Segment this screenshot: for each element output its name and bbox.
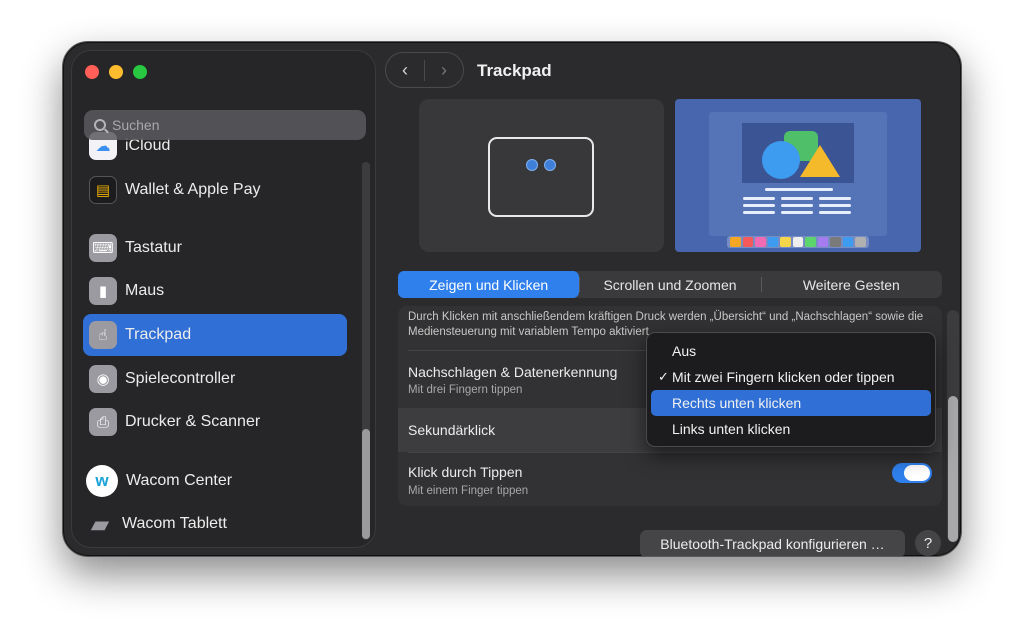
sidebar-item-wacom-tablet[interactable]: ▰ Wacom Tablett: [83, 503, 347, 545]
sidebar-item-label: Maus: [125, 282, 165, 299]
tap-to-click-toggle[interactable]: [892, 463, 932, 483]
menu-item-off[interactable]: Aus: [651, 338, 931, 364]
checkmark-icon: ✓: [658, 369, 669, 384]
gamecontroller-icon: ◉: [89, 365, 117, 393]
preview-text-line: [743, 211, 775, 214]
forward-button[interactable]: ›: [424, 59, 463, 81]
gesture-preview: [419, 99, 664, 252]
sidebar-item-gamecontroller[interactable]: ◉ Spielecontroller: [83, 358, 347, 400]
sidebar-item-trackpad[interactable]: ☝ Trackpad: [83, 314, 347, 356]
menu-item-label: Aus: [672, 343, 697, 359]
preview-shape-triangle: [800, 145, 840, 177]
back-button[interactable]: ‹: [386, 60, 424, 81]
secondary-click-title: Sekundärklick: [408, 422, 496, 438]
preview-shape-circle: [762, 141, 800, 179]
sidebar-item-mouse[interactable]: ▮ Maus: [83, 270, 347, 312]
preview-text-line: [819, 211, 851, 214]
menu-item-bottom-right[interactable]: Rechts unten klicken: [651, 390, 931, 416]
tab-bar: Zeigen und Klicken Scrollen und Zoomen W…: [398, 271, 942, 298]
navigation-buttons: ‹ ›: [385, 52, 464, 88]
tab-point-and-click[interactable]: Zeigen und Klicken: [398, 271, 580, 298]
menu-item-label: Links unten klicken: [672, 421, 791, 437]
settings-window: Suchen ☁ iCloud ▤ Wallet & Apple Pay ⌨ T…: [62, 41, 962, 557]
preview-text-line: [819, 204, 851, 207]
sidebar: Suchen ☁ iCloud ▤ Wallet & Apple Pay ⌨ T…: [71, 50, 376, 548]
wacom-icon: w: [86, 465, 118, 497]
divider: [408, 452, 932, 453]
menu-item-label: Mit zwei Fingern klicken oder tippen: [672, 369, 895, 385]
help-button[interactable]: ?: [915, 530, 941, 556]
mouse-icon: ▮: [89, 277, 117, 305]
sidebar-item-label: Spielecontroller: [125, 370, 236, 387]
tablet-icon: ▰: [90, 510, 110, 538]
sidebar-item-label: Wacom Tablett: [122, 515, 227, 532]
sidebar-item-label: Trackpad: [125, 326, 192, 343]
minimize-window-button[interactable]: [109, 65, 123, 79]
menu-item-bottom-left[interactable]: Links unten klicken: [651, 416, 931, 442]
bluetooth-trackpad-button[interactable]: Bluetooth-Trackpad konfigurieren …: [640, 530, 905, 556]
keyboard-icon: ⌨: [89, 234, 117, 262]
preview-text-line: [743, 197, 775, 200]
sidebar-item-label: Wallet & Apple Pay: [125, 181, 261, 198]
lookup-setting-subtitle: Mit drei Fingern tippen: [408, 384, 523, 396]
preview-dock: [727, 236, 869, 248]
preview-text-line: [781, 197, 813, 200]
printer-icon: ⎙: [89, 408, 117, 436]
sidebar-item-label: Drucker & Scanner: [125, 413, 261, 430]
tap-to-click-subtitle: Mit einem Finger tippen: [408, 485, 529, 497]
preview-text-line: [781, 204, 813, 207]
sidebar-item-label: Wacom Center: [126, 472, 233, 489]
sidebar-item-wacom-center[interactable]: w Wacom Center: [83, 460, 347, 502]
close-window-button[interactable]: [85, 65, 99, 79]
window-controls: [85, 65, 147, 79]
wallet-icon: ▤: [89, 176, 117, 204]
page-title: Trackpad: [477, 61, 552, 80]
preview-text-line: [781, 211, 813, 214]
main-scrollbar-thumb[interactable]: [948, 396, 958, 542]
tab-more-gestures[interactable]: Weitere Gesten: [760, 271, 942, 298]
sidebar-scrollbar-thumb[interactable]: [362, 429, 370, 539]
finger-dot: [526, 159, 538, 171]
tap-to-click-title: Klick durch Tippen: [408, 464, 523, 480]
preview-text-line: [765, 188, 833, 191]
finger-dot: [544, 159, 556, 171]
screen-preview: [675, 99, 921, 252]
menu-item-two-fingers[interactable]: ✓ Mit zwei Fingern klicken oder tippen: [651, 364, 931, 390]
menu-item-label: Rechts unten klicken: [672, 395, 802, 411]
sidebar-item-wallet[interactable]: ▤ Wallet & Apple Pay: [83, 169, 347, 211]
search-icon: [94, 119, 106, 131]
tab-scroll-and-zoom[interactable]: Scrollen und Zoomen: [579, 271, 760, 298]
trackpad-icon: ☝: [89, 321, 117, 349]
search-field[interactable]: Suchen: [84, 110, 366, 140]
preview-text-line: [743, 204, 775, 207]
sidebar-item-keyboard[interactable]: ⌨ Tastatur: [83, 227, 347, 269]
lookup-setting-title: Nachschlagen & Datenerkennung: [408, 364, 618, 380]
preview-text-line: [819, 197, 851, 200]
trackpad-illustration: [488, 137, 594, 217]
sidebar-item-label: Tastatur: [125, 239, 182, 256]
zoom-window-button[interactable]: [133, 65, 147, 79]
search-placeholder: Suchen: [112, 117, 160, 133]
secondary-click-menu: Aus ✓ Mit zwei Fingern klicken oder tipp…: [646, 332, 936, 447]
sidebar-item-printers[interactable]: ⎙ Drucker & Scanner: [83, 401, 347, 443]
